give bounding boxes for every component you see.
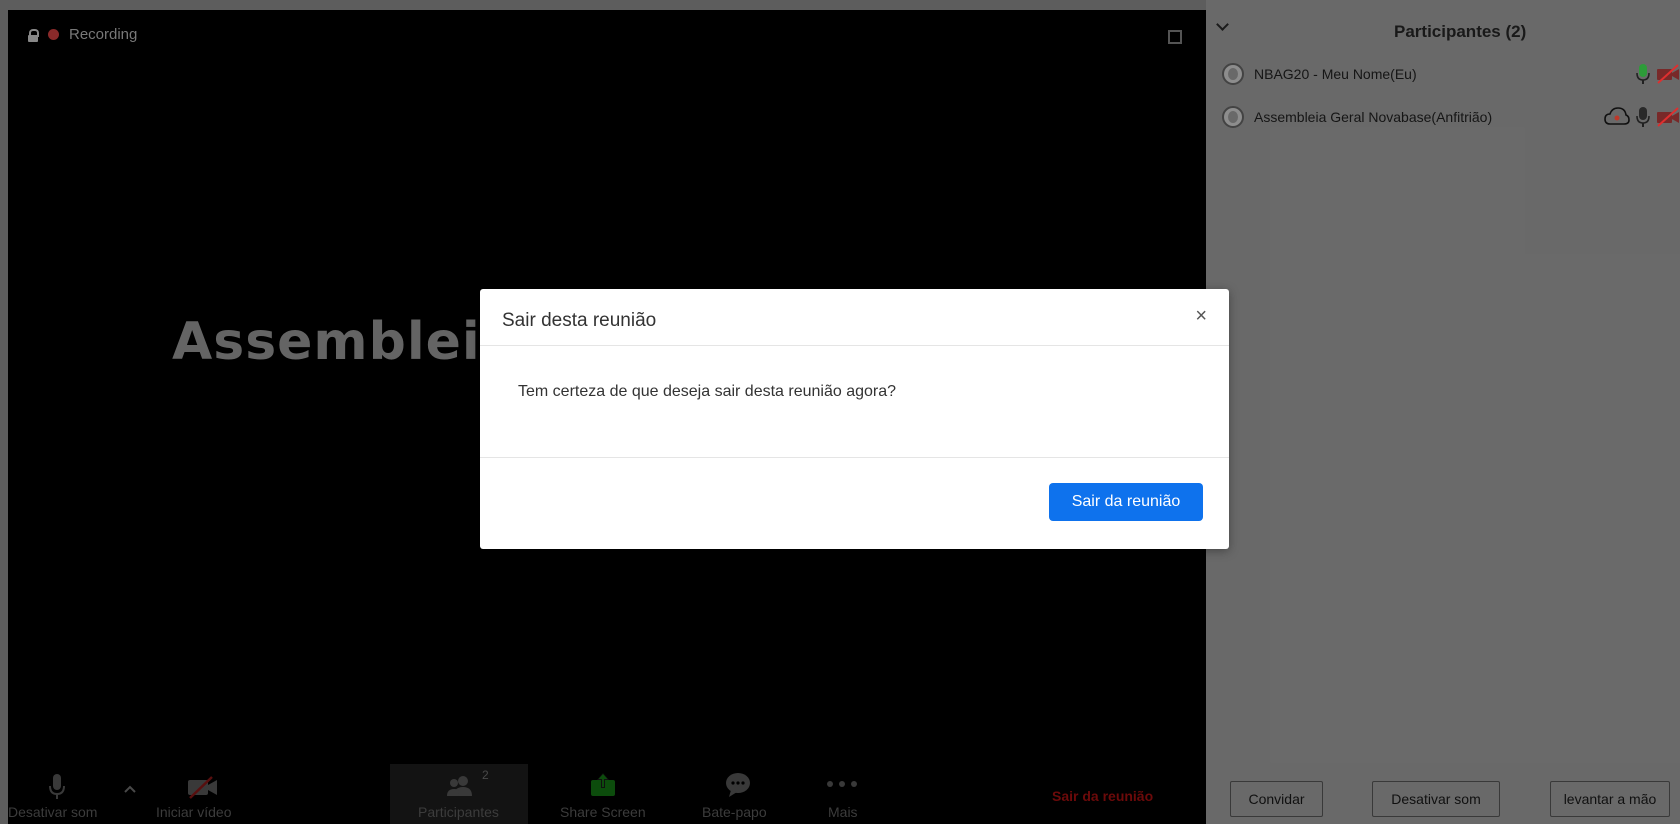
close-icon[interactable]: × xyxy=(1195,305,1207,328)
dialog-title: Sair desta reunião xyxy=(502,310,657,331)
divider xyxy=(480,457,1229,458)
divider xyxy=(480,345,1229,346)
confirm-leave-button[interactable]: Sair da reunião xyxy=(1049,483,1203,521)
leave-meeting-dialog: Sair desta reunião × Tem certeza de que … xyxy=(480,289,1229,549)
dialog-message: Tem certeza de que deseja sair desta reu… xyxy=(518,383,897,400)
